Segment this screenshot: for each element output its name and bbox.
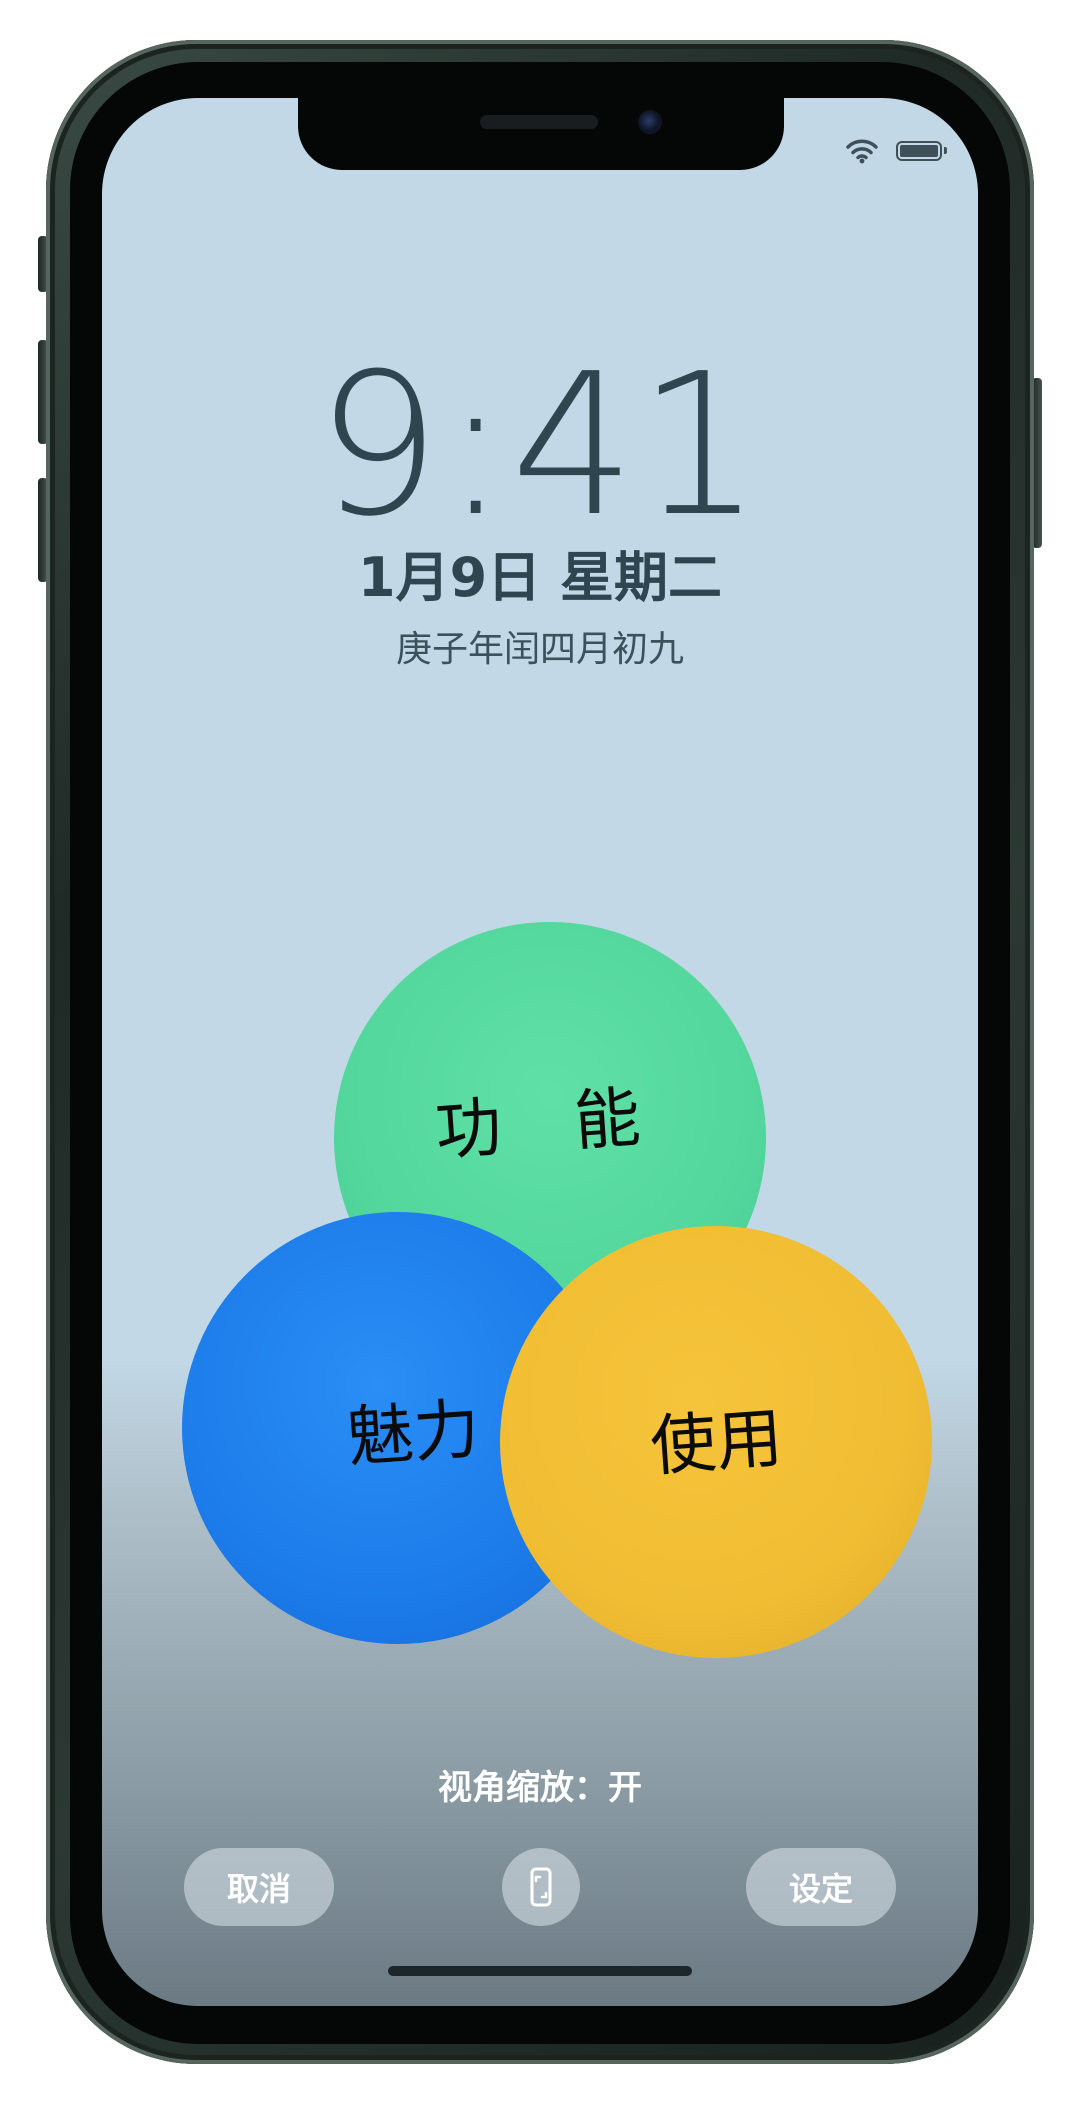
lunar-date: 庚子年闰四月初九 xyxy=(395,629,684,670)
ball-label-function: 功 能 xyxy=(432,1077,669,1170)
wallpaper-ball-usage: 使用 xyxy=(500,1226,932,1658)
ball-label-charm: 魅力 xyxy=(344,1390,482,1477)
perspective-zoom-icon xyxy=(530,1867,552,1907)
perspective-zoom-button[interactable] xyxy=(502,1848,580,1926)
device-mockup: 9:41 1月9日 星期二 庚子年闰四月初九 功 能 魅力 使用 视角缩放：开 … xyxy=(0,0,1080,2102)
home-indicator[interactable] xyxy=(388,1966,692,1976)
status-bar xyxy=(846,138,947,164)
wifi-icon xyxy=(846,139,878,164)
lock-screen-time: 9:41 xyxy=(315,332,765,560)
cancel-button[interactable]: 取消 xyxy=(184,1848,334,1926)
lock-screen-date: 1月9日 星期二 xyxy=(358,546,722,609)
front-camera xyxy=(638,110,662,134)
ball-label-usage: 使用 xyxy=(647,1399,785,1486)
set-button[interactable]: 设定 xyxy=(746,1848,896,1926)
notch xyxy=(298,98,784,170)
lock-screen: 9:41 1月9日 星期二 庚子年闰四月初九 功 能 魅力 使用 视角缩放：开 … xyxy=(102,98,978,2006)
battery-icon xyxy=(896,141,947,161)
earpiece-speaker xyxy=(480,115,598,129)
perspective-zoom-status: 视角缩放：开 xyxy=(438,1768,642,1808)
